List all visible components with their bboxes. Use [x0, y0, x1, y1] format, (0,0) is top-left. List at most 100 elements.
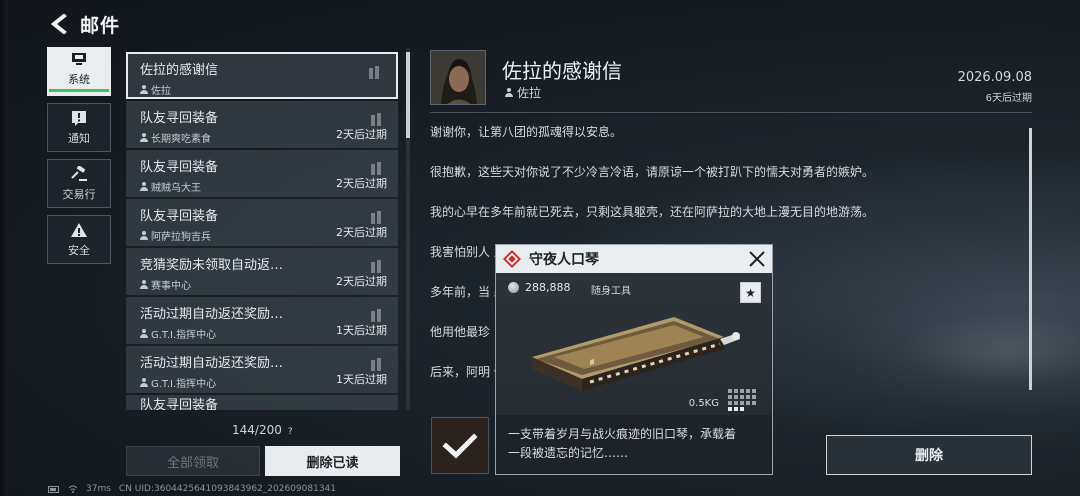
mail-expiry: 2天后过期: [336, 128, 387, 141]
category-label: 通知: [68, 131, 90, 145]
ping-value: 37ms: [86, 484, 111, 494]
sender-name: 佐拉: [517, 86, 542, 100]
uid-text: CN UID:3604425641093843962_202609081341: [118, 484, 337, 494]
mail-count-value: 144/200: [232, 423, 282, 437]
mail-expiry: 2天后过期: [336, 275, 387, 288]
price-value: 288,888: [525, 281, 571, 294]
insignia-icon: [369, 66, 379, 79]
mail-body-scrollbar[interactable]: [1029, 128, 1032, 390]
help-icon[interactable]: ?: [288, 427, 293, 437]
category-notice[interactable]: 通知: [47, 103, 111, 152]
mail-expiry: 2天后过期: [336, 226, 387, 239]
harmonica-image: [532, 317, 740, 391]
mail-title: 佐拉的感谢信: [140, 63, 219, 78]
category-trade[interactable]: 交易行: [47, 159, 111, 208]
item-tooltip: 守夜人口琴 288,888 随身工具 ★ 0.5KG 一支带着岁月与战火痕迹的旧…: [495, 244, 773, 475]
item-description: 一支带着岁月与战火痕迹的旧口琴，承载着 一段被遗忘的记忆……: [496, 415, 772, 463]
category-label: 安全: [68, 243, 90, 257]
gavel-icon: [70, 165, 88, 182]
item-name: 守夜人口琴: [529, 252, 599, 268]
insignia-icon: [371, 211, 381, 224]
coin-icon: [508, 282, 519, 293]
person-icon: [140, 231, 148, 240]
item-type: 随身工具: [591, 286, 631, 297]
mail-item-partial[interactable]: 队友寻回装备: [126, 395, 398, 410]
battery-icon: [48, 485, 59, 493]
mail-item[interactable]: 佐拉的感谢信 佐拉: [126, 52, 398, 99]
sender-name: 赛事中心: [151, 281, 191, 292]
page-title: 邮件: [80, 14, 121, 37]
claim-all-button[interactable]: 全部领取: [126, 446, 260, 476]
body-paragraph: 我的心早在多年前就已死去，只剩这具躯壳，还在阿萨拉的大地上漫无目的地游荡。: [430, 205, 875, 219]
monitor-icon: [70, 51, 88, 67]
back-arrow-icon[interactable]: [48, 13, 70, 35]
mail-date: 2026.09.08: [957, 70, 1032, 85]
insignia-icon: [371, 162, 381, 175]
close-icon[interactable]: [748, 250, 766, 268]
delete-button[interactable]: 删除: [826, 435, 1032, 475]
category-label: 系统: [68, 73, 90, 86]
active-indicator: [49, 89, 109, 92]
mail-item[interactable]: 队友寻回装备 长期爽吃素食 2天后过期: [126, 101, 398, 148]
category-label: 交易行: [62, 187, 96, 201]
mail-title: 队友寻回装备: [140, 160, 219, 175]
mail-item[interactable]: 队友寻回装备 阿萨拉狗吉兵 2天后过期: [126, 199, 398, 246]
description-line: 一支带着岁月与战火痕迹的旧口琴，承载着: [508, 427, 737, 441]
sender-name: G.T.I.指挥中心: [151, 379, 217, 390]
mail-detail-title: 佐拉的感谢信: [502, 59, 622, 83]
item-size-grid-icon: [728, 389, 756, 411]
mail-expiry: 2天后过期: [336, 177, 387, 190]
mail-item[interactable]: 竞猜奖励未领取自动返… 赛事中心 2天后过期: [126, 248, 398, 295]
person-icon: [140, 182, 148, 191]
sender-name: 贼贼乌大王: [151, 183, 201, 194]
mail-list[interactable]: 佐拉的感谢信 佐拉 队友寻回装备 长期爽吃素食 2天后过期 队友寻回装备 贼贼乌…: [126, 52, 398, 410]
person-icon: [140, 378, 148, 387]
mail-item[interactable]: 队友寻回装备 贼贼乌大王 2天后过期: [126, 150, 398, 197]
tooltip-body: 288,888 随身工具 ★ 0.5KG: [496, 273, 772, 415]
delete-read-button[interactable]: 删除已读: [265, 446, 400, 476]
mail-title: 竞猜奖励未领取自动返…: [140, 258, 284, 273]
rarity-diamond-icon: [502, 249, 522, 269]
person-icon: [140, 280, 148, 289]
category-system[interactable]: 系统: [47, 47, 111, 96]
favorite-star-button[interactable]: ★: [740, 282, 761, 303]
scrollbar-thumb[interactable]: [406, 52, 410, 138]
mail-detail-expiry: 6天后过期: [985, 93, 1032, 104]
mail-list-scrollbar[interactable]: [406, 48, 410, 410]
wifi-icon: [68, 485, 78, 493]
header: 邮件: [48, 10, 120, 38]
person-icon: [505, 88, 513, 97]
attachment-slot[interactable]: [431, 417, 489, 474]
body-paragraph: 谢谢你，让第八团的孤魂得以安息。: [430, 125, 623, 139]
alert-icon: [70, 110, 88, 126]
avatar: [430, 50, 486, 105]
body-paragraph: 很抱歉，这些天对你说了不少冷言冷语，请原谅一个被打趴下的懦夫对勇者的嫉妒。: [430, 165, 875, 179]
person-icon: [140, 85, 148, 94]
person-icon: [140, 329, 148, 338]
insignia-icon: [371, 113, 381, 126]
left-edge: [0, 0, 8, 496]
mail-title: 队友寻回装备: [140, 111, 219, 126]
mail-item[interactable]: 活动过期自动返还奖励… G.T.I.指挥中心 1天后过期: [126, 346, 398, 393]
status-bar: 37ms CN UID:3604425641093843962_20260908…: [48, 484, 336, 494]
person-icon: [140, 133, 148, 142]
mail-detail-sender: 佐拉: [505, 84, 541, 101]
mail-sender: 佐拉: [140, 82, 384, 97]
description-line: 一段被遗忘的记忆……: [508, 446, 629, 460]
insignia-icon: [371, 260, 381, 273]
tooltip-header: 守夜人口琴: [496, 245, 772, 273]
sender-name: 佐拉: [151, 86, 171, 97]
item-price: 288,888: [508, 281, 571, 294]
mail-item[interactable]: 活动过期自动返还奖励… G.T.I.指挥中心 1天后过期: [126, 297, 398, 344]
mail-expiry: 1天后过期: [336, 373, 387, 386]
sender-name: 长期爽吃素食: [151, 134, 211, 145]
mail-count: 144/200?: [232, 423, 293, 437]
item-weight: 0.5KG: [688, 398, 719, 409]
mail-expiry: 1天后过期: [336, 324, 387, 337]
detail-divider: [430, 112, 1032, 113]
sender-name: G.T.I.指挥中心: [151, 330, 217, 341]
mail-title: 队友寻回装备: [140, 209, 219, 224]
mail-title: 活动过期自动返还奖励…: [140, 356, 284, 371]
mail-title: 活动过期自动返还奖励…: [140, 307, 284, 322]
category-security[interactable]: 安全: [47, 215, 111, 264]
